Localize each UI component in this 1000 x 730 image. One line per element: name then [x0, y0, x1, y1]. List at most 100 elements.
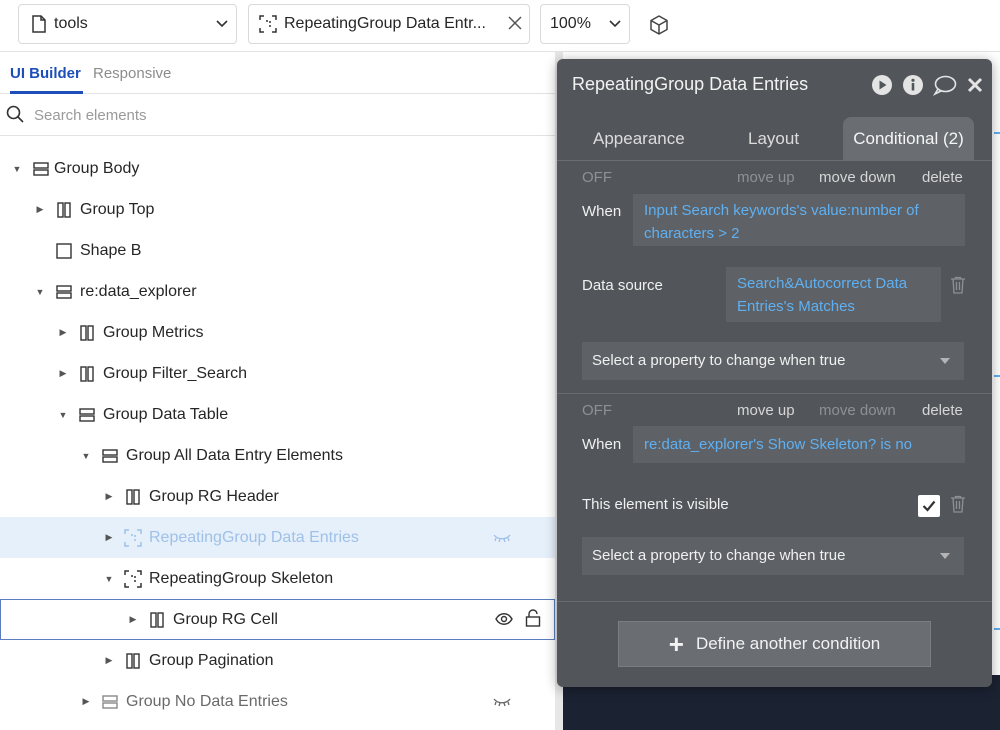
check-icon [922, 500, 936, 512]
caret-right-icon[interactable]: ▶ [102, 655, 116, 666]
condition-separator [557, 393, 992, 394]
search-input[interactable] [34, 103, 434, 127]
canvas-guide [994, 132, 1000, 134]
eye-icon[interactable] [495, 612, 513, 626]
tree-item-label: RepeatingGroup Data Entries [149, 528, 359, 546]
trash-icon[interactable] [950, 276, 966, 294]
canvas-guide [994, 628, 1000, 630]
tab-responsive[interactable]: Responsive [93, 65, 171, 82]
tree-item-group-top[interactable]: ▶ Group Top [0, 189, 555, 230]
caret-down-icon[interactable]: ▼ [102, 574, 116, 584]
property-select-label: Select a property to change when true [592, 352, 846, 369]
move-down-link[interactable]: move down [819, 402, 896, 419]
data-source-value[interactable]: Search&Autocorrect Data Entries's Matche… [726, 267, 941, 322]
tree-item-re-data-explorer[interactable]: ▼ re:data_explorer [0, 271, 555, 312]
group-column-icon [78, 406, 96, 424]
cube-icon[interactable] [648, 14, 670, 36]
builder-tabs: UI Builder Responsive [0, 53, 557, 94]
caret-right-icon[interactable]: ▶ [102, 491, 116, 502]
property-select[interactable]: Select a property to change when true [582, 342, 964, 380]
tree-item-label: Group Body [54, 159, 140, 177]
caret-right-icon[interactable]: ▶ [79, 696, 93, 707]
delete-link[interactable]: delete [922, 169, 963, 186]
tree-item-group-data-table[interactable]: ▼ Group Data Table [0, 394, 555, 435]
editor-tabs: Appearance Layout Conditional (2) [557, 117, 992, 161]
tree-item-label: Group Metrics [103, 323, 204, 341]
group-row-icon [78, 365, 96, 383]
move-down-link[interactable]: move down [819, 169, 896, 186]
tree-item-group-metrics[interactable]: ▶ Group Metrics [0, 312, 555, 353]
property-select-label: Select a property to change when true [592, 547, 846, 564]
tree-item-group-pagination[interactable]: ▶ Group Pagination [0, 640, 555, 681]
zoom-selector[interactable]: 100% [540, 4, 630, 44]
chevron-down-icon [208, 17, 236, 31]
tree-item-group-all-data-entry-elements[interactable]: ▼ Group All Data Entry Elements [0, 435, 555, 476]
caret-right-icon[interactable]: ▶ [56, 368, 70, 379]
element-search [0, 94, 557, 136]
unlock-icon[interactable] [525, 609, 541, 627]
repeating-group-icon [259, 15, 277, 33]
caret-right-icon[interactable]: ▶ [102, 532, 116, 543]
caret-right-icon[interactable]: ▶ [126, 614, 140, 625]
tree-item-repeatinggroup-skeleton[interactable]: ▼ RepeatingGroup Skeleton [0, 558, 555, 599]
tree-item-label: re:data_explorer [80, 282, 197, 300]
condition-status[interactable]: OFF [582, 402, 612, 419]
tree-item-group-no-data-entries[interactable]: ▶ Group No Data Entries [0, 681, 555, 722]
trash-icon[interactable] [950, 495, 966, 513]
tree-item-group-rg-header[interactable]: ▶ Group RG Header [0, 476, 555, 517]
caret-down-icon[interactable]: ▼ [79, 451, 93, 461]
property-editor[interactable]: RepeatingGroup Data Entries Appearance L… [557, 59, 992, 687]
tab-conditional[interactable]: Conditional (2) [843, 117, 974, 161]
tree-item-group-rg-cell[interactable]: ▶ Group RG Cell [0, 599, 555, 640]
comment-icon[interactable] [933, 74, 957, 96]
tree-item-repeatinggroup-data-entries[interactable]: ▶ RepeatingGroup Data Entries [0, 517, 555, 558]
when-label: When [582, 436, 622, 453]
tab-appearance[interactable]: Appearance [593, 129, 685, 149]
tree-item-group-filter-search[interactable]: ▶ Group Filter_Search [0, 353, 555, 394]
page-selector-label: tools [54, 15, 88, 32]
tab-layout[interactable]: Layout [748, 129, 799, 149]
info-icon[interactable] [902, 74, 924, 96]
when-expression[interactable]: Input Search keywords's value:number of … [633, 194, 965, 246]
close-icon[interactable] [501, 15, 529, 33]
tree-item-group-body[interactable]: ▼ Group Body [0, 148, 555, 189]
tree-item-label: Group RG Cell [173, 610, 278, 628]
group-column-icon [32, 160, 50, 178]
property-select[interactable]: Select a property to change when true [582, 537, 964, 575]
shape-icon [55, 242, 73, 260]
caret-down-icon[interactable]: ▼ [56, 410, 70, 420]
hidden-eye-icon[interactable] [493, 533, 511, 543]
repeating-group-icon [124, 569, 142, 588]
editor-header[interactable]: RepeatingGroup Data Entries [557, 59, 992, 109]
tree-item-label: Group Top [80, 200, 155, 218]
condition-status[interactable]: OFF [582, 169, 612, 186]
editor-title: RepeatingGroup Data Entries [572, 74, 809, 94]
move-up-link[interactable]: move up [737, 402, 795, 419]
play-icon[interactable] [871, 74, 893, 96]
group-row-icon [148, 611, 166, 629]
chevron-down-icon [601, 17, 629, 31]
define-another-condition-button[interactable]: + Define another condition [618, 621, 931, 667]
tab-conditional-label: Conditional (2) [853, 129, 964, 148]
tab-ui-builder[interactable]: UI Builder [10, 65, 81, 82]
when-expression[interactable]: re:data_explorer's Show Skeleton? is no [633, 426, 965, 463]
tree-item-shape-b[interactable]: Shape B [0, 230, 555, 271]
move-up-link[interactable]: move up [737, 169, 795, 186]
close-icon[interactable] [966, 76, 984, 94]
when-label: When [582, 203, 622, 220]
element-selector[interactable]: RepeatingGroup Data Entr... [248, 4, 530, 44]
tree-item-label: Group Pagination [149, 651, 274, 669]
group-column-icon [55, 283, 73, 301]
editor-header-icons [871, 74, 984, 96]
delete-link[interactable]: delete [922, 402, 963, 419]
visible-checkbox[interactable] [918, 495, 940, 517]
page-selector[interactable]: tools [18, 4, 237, 44]
caret-down-icon[interactable]: ▼ [10, 164, 24, 174]
data-source-label: Data source [582, 277, 663, 294]
condition-separator [557, 601, 992, 602]
caret-down-icon[interactable]: ▼ [33, 287, 47, 297]
caret-right-icon[interactable]: ▶ [56, 327, 70, 338]
caret-right-icon[interactable]: ▶ [33, 204, 47, 215]
hidden-eye-icon[interactable] [493, 697, 511, 707]
tree-item-label: Group Data Table [103, 405, 229, 423]
